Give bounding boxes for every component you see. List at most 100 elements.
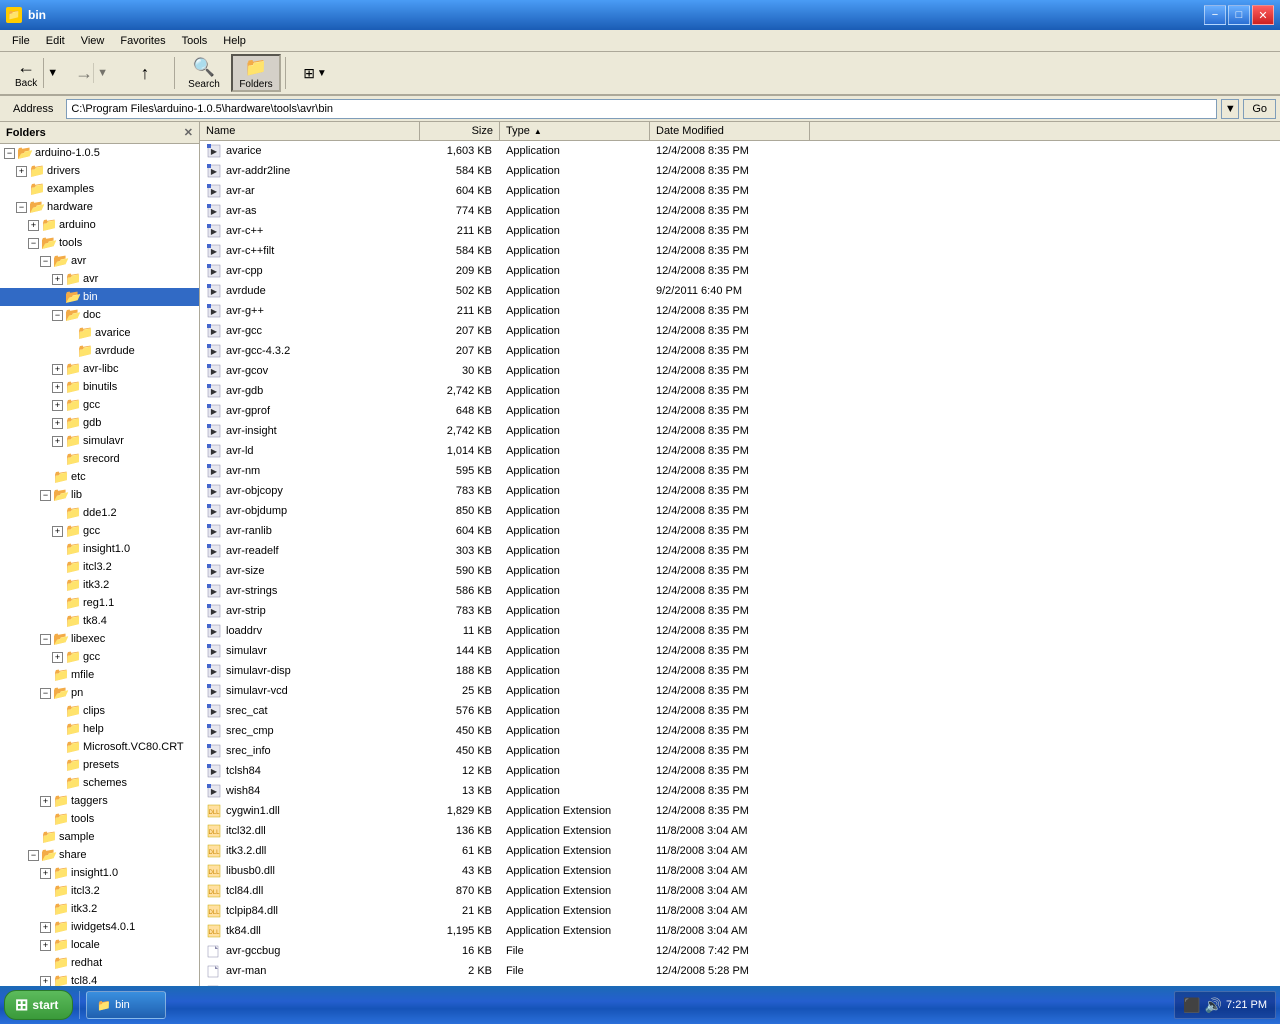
- file-row[interactable]: DLLtk84.dll1,195 KBApplication Extension…: [200, 921, 1280, 941]
- file-row[interactable]: ▶avr-readelf303 KBApplication12/4/2008 8…: [200, 541, 1280, 561]
- tree-expand-drivers[interactable]: +: [16, 166, 27, 177]
- address-go-button[interactable]: Go: [1243, 99, 1276, 119]
- file-row[interactable]: ▶avr-objdump850 KBApplication12/4/2008 8…: [200, 501, 1280, 521]
- tree-item-taggers[interactable]: +📁taggers: [0, 792, 199, 810]
- tree-expand-binutils[interactable]: +: [52, 382, 63, 393]
- tree-item-avr2[interactable]: +📁avr: [0, 270, 199, 288]
- tree-item-reg1.1[interactable]: 📁reg1.1: [0, 594, 199, 612]
- file-row[interactable]: ▶simulavr144 KBApplication12/4/2008 8:35…: [200, 641, 1280, 661]
- file-row[interactable]: ▶avr-size590 KBApplication12/4/2008 8:35…: [200, 561, 1280, 581]
- file-row[interactable]: DLLtclpip84.dll21 KBApplication Extensio…: [200, 901, 1280, 921]
- tree-expand-arduino2[interactable]: +: [28, 220, 39, 231]
- file-row[interactable]: ▶avr-as774 KBApplication12/4/2008 8:35 P…: [200, 201, 1280, 221]
- back-button-group[interactable]: ← Back ▼: [4, 54, 66, 92]
- tray-volume-icon[interactable]: 🔊: [1205, 997, 1222, 1014]
- file-row[interactable]: ▶avr-c++211 KBApplication12/4/2008 8:35 …: [200, 221, 1280, 241]
- tree-item-simulavr[interactable]: +📁simulavr: [0, 432, 199, 450]
- file-row[interactable]: ▶avr-ld1,014 KBApplication12/4/2008 8:35…: [200, 441, 1280, 461]
- tree-item-tk8.4[interactable]: 📁tk8.4: [0, 612, 199, 630]
- tree-item-redhat[interactable]: 📁redhat: [0, 954, 199, 972]
- folders-button[interactable]: 📁 Folders: [231, 54, 281, 92]
- file-row[interactable]: ▶srec_info450 KBApplication12/4/2008 8:3…: [200, 741, 1280, 761]
- views-dropdown-arrow[interactable]: ▼: [317, 68, 327, 79]
- tree-item-iwidgets4.0.1[interactable]: +📁iwidgets4.0.1: [0, 918, 199, 936]
- up-button[interactable]: ↑: [120, 54, 170, 92]
- menu-edit[interactable]: Edit: [38, 33, 73, 49]
- tree-expand-arduino[interactable]: −: [4, 148, 15, 159]
- tree-item-avrdude[interactable]: 📁avrdude: [0, 342, 199, 360]
- tree-item-doc[interactable]: −📂doc: [0, 306, 199, 324]
- tree-item-itcl3.22[interactable]: 📁itcl3.2: [0, 882, 199, 900]
- folders-panel-close[interactable]: ✕: [184, 126, 193, 139]
- file-row[interactable]: ▶avr-strings586 KBApplication12/4/2008 8…: [200, 581, 1280, 601]
- menu-tools[interactable]: Tools: [174, 33, 216, 49]
- col-header-type[interactable]: Type: [500, 122, 650, 140]
- file-row[interactable]: ▶srec_cmp450 KBApplication12/4/2008 8:35…: [200, 721, 1280, 741]
- tree-item-itcl3.2[interactable]: 📁itcl3.2: [0, 558, 199, 576]
- tree-item-gcc3[interactable]: +📁gcc: [0, 648, 199, 666]
- tree-item-arduino[interactable]: −📂arduino-1.0.5: [0, 144, 199, 162]
- tree-item-msvc80[interactable]: 📁Microsoft.VC80.CRT: [0, 738, 199, 756]
- tree-item-drivers[interactable]: +📁drivers: [0, 162, 199, 180]
- file-row[interactable]: ▶avr-cpp209 KBApplication12/4/2008 8:35 …: [200, 261, 1280, 281]
- taskbar-window-bin[interactable]: 📁 bin: [86, 991, 166, 1019]
- file-row[interactable]: ▶avr-insight2,742 KBApplication12/4/2008…: [200, 421, 1280, 441]
- file-row[interactable]: ▶avr-gcov30 KBApplication12/4/2008 8:35 …: [200, 361, 1280, 381]
- forward-button[interactable]: → ▼: [68, 54, 118, 92]
- file-row[interactable]: ▶avr-addr2line584 KBApplication12/4/2008…: [200, 161, 1280, 181]
- file-row[interactable]: ▶avr-objcopy783 KBApplication12/4/2008 8…: [200, 481, 1280, 501]
- file-row[interactable]: ▶tclsh8412 KBApplication12/4/2008 8:35 P…: [200, 761, 1280, 781]
- file-row[interactable]: ▶avr-ar604 KBApplication12/4/2008 8:35 P…: [200, 181, 1280, 201]
- tree-item-mfile[interactable]: 📁mfile: [0, 666, 199, 684]
- tree-item-itk3.2[interactable]: 📁itk3.2: [0, 576, 199, 594]
- file-row[interactable]: ▶avrdude502 KBApplication9/2/2011 6:40 P…: [200, 281, 1280, 301]
- forward-dropdown-button[interactable]: ▼: [93, 63, 111, 83]
- tree-item-srecord[interactable]: 📁srecord: [0, 450, 199, 468]
- file-row[interactable]: ▶avarice1,603 KBApplication12/4/2008 8:3…: [200, 141, 1280, 161]
- tree-expand-gdb[interactable]: +: [52, 418, 63, 429]
- tree-item-examples[interactable]: 📁examples: [0, 180, 199, 198]
- tree-item-presets[interactable]: 📁presets: [0, 756, 199, 774]
- col-header-size[interactable]: Size: [420, 122, 500, 140]
- file-row[interactable]: ▶srec_cat576 KBApplication12/4/2008 8:35…: [200, 701, 1280, 721]
- menu-view[interactable]: View: [73, 33, 113, 49]
- file-row[interactable]: DLLtcl84.dll870 KBApplication Extension1…: [200, 881, 1280, 901]
- tree-item-pn[interactable]: −📂pn: [0, 684, 199, 702]
- tree-expand-locale[interactable]: +: [40, 940, 51, 951]
- file-row[interactable]: ▶avr-gcc207 KBApplication12/4/2008 8:35 …: [200, 321, 1280, 341]
- file-row[interactable]: DLLcygwin1.dll1,829 KBApplication Extens…: [200, 801, 1280, 821]
- tree-expand-gcc2[interactable]: +: [52, 526, 63, 537]
- tree-item-avr-libc[interactable]: +📁avr-libc: [0, 360, 199, 378]
- tree-expand-share[interactable]: −: [28, 850, 39, 861]
- tree-item-insight1.0[interactable]: 📁insight1.0: [0, 540, 199, 558]
- tree-item-bin[interactable]: 📂bin: [0, 288, 199, 306]
- tree-item-arduino2[interactable]: +📁arduino: [0, 216, 199, 234]
- tree-item-tools[interactable]: −📂tools: [0, 234, 199, 252]
- file-row[interactable]: ▶avr-gcc-4.3.2207 KBApplication12/4/2008…: [200, 341, 1280, 361]
- tree-item-lib[interactable]: −📂lib: [0, 486, 199, 504]
- tree-item-locale[interactable]: +📁locale: [0, 936, 199, 954]
- maximize-button[interactable]: □: [1228, 5, 1250, 25]
- file-row[interactable]: ▶avr-c++filt584 KBApplication12/4/2008 8…: [200, 241, 1280, 261]
- tree-expand-iwidgets4.0.1[interactable]: +: [40, 922, 51, 933]
- start-button[interactable]: ⊞ start: [4, 990, 73, 1020]
- file-row[interactable]: DLLitcl32.dll136 KBApplication Extension…: [200, 821, 1280, 841]
- tree-expand-taggers[interactable]: +: [40, 796, 51, 807]
- file-row[interactable]: ▶avr-ranlib604 KBApplication12/4/2008 8:…: [200, 521, 1280, 541]
- tree-item-binutils[interactable]: +📁binutils: [0, 378, 199, 396]
- tree-expand-lib[interactable]: −: [40, 490, 51, 501]
- tree-item-sample[interactable]: 📁sample: [0, 828, 199, 846]
- tree-expand-insight1.02[interactable]: +: [40, 868, 51, 879]
- tree-item-dde1.2[interactable]: 📁dde1.2: [0, 504, 199, 522]
- tree-item-help[interactable]: 📁help: [0, 720, 199, 738]
- tree-item-itk3.22[interactable]: 📁itk3.2: [0, 900, 199, 918]
- file-row[interactable]: ▶avr-gdb2,742 KBApplication12/4/2008 8:3…: [200, 381, 1280, 401]
- file-row[interactable]: ▶simulavr-disp188 KBApplication12/4/2008…: [200, 661, 1280, 681]
- file-row[interactable]: DLLlibusb0.dll43 KBApplication Extension…: [200, 861, 1280, 881]
- tree-expand-gcc3[interactable]: +: [52, 652, 63, 663]
- file-row[interactable]: ▶avr-g++211 KBApplication12/4/2008 8:35 …: [200, 301, 1280, 321]
- tree-item-clips[interactable]: 📁clips: [0, 702, 199, 720]
- file-row[interactable]: ▶loaddrv11 KBApplication12/4/2008 8:35 P…: [200, 621, 1280, 641]
- col-header-date[interactable]: Date Modified: [650, 122, 810, 140]
- close-button[interactable]: ✕: [1252, 5, 1274, 25]
